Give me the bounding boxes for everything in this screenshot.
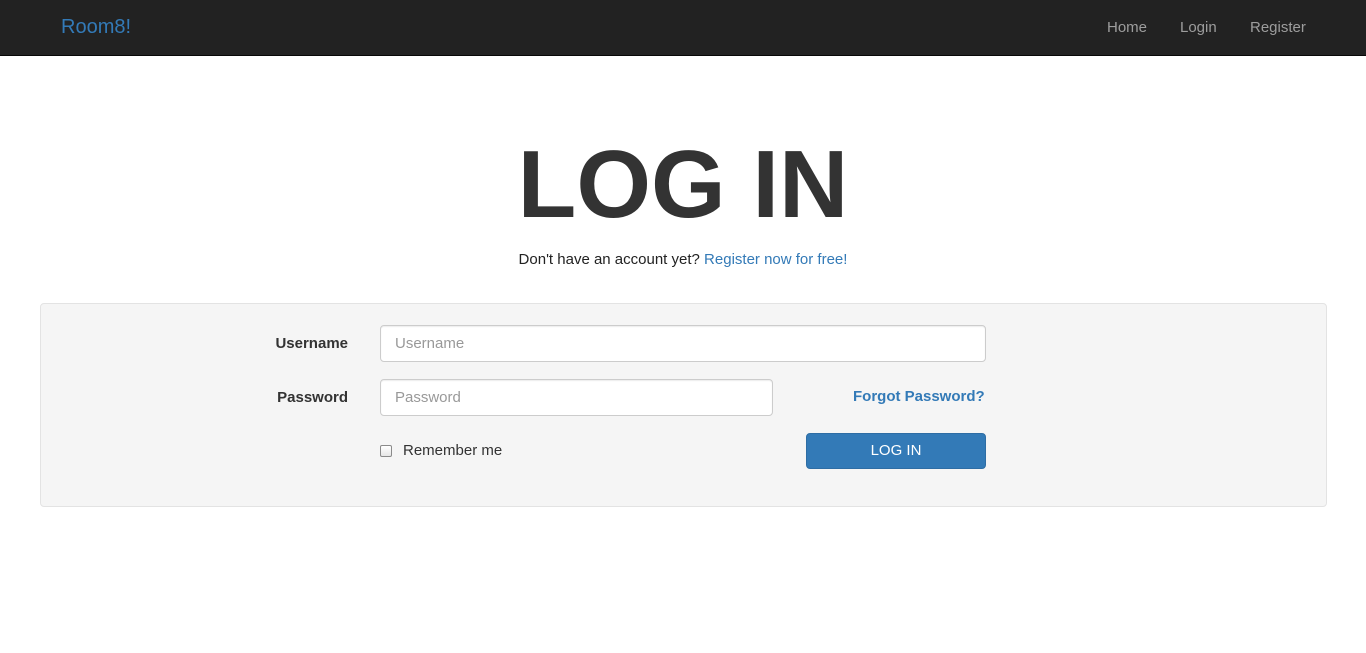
register-link[interactable]: Register now for free! (704, 251, 847, 268)
nav-link-register[interactable]: Register (1250, 18, 1306, 38)
page-title: LOG IN (517, 131, 849, 238)
navbar: Room8! Home Login Register (0, 0, 1366, 56)
register-prompt: Don't have an account yet? Register now … (0, 250, 1366, 270)
nav-link-home[interactable]: Home (1107, 18, 1147, 38)
brand-link[interactable]: Room8! (61, 15, 131, 39)
nav-link-login[interactable]: Login (1180, 18, 1217, 38)
remember-me-checkbox[interactable] (380, 445, 392, 457)
register-prompt-text: Don't have an account yet? (518, 251, 700, 268)
username-input[interactable] (380, 325, 986, 362)
password-label: Password (277, 389, 348, 406)
password-input[interactable] (380, 379, 773, 416)
remember-me-label[interactable]: Remember me (403, 441, 502, 461)
username-label: Username (275, 335, 348, 352)
login-button[interactable]: LOG IN (806, 433, 986, 469)
forgot-password-link[interactable]: Forgot Password? (853, 387, 985, 407)
